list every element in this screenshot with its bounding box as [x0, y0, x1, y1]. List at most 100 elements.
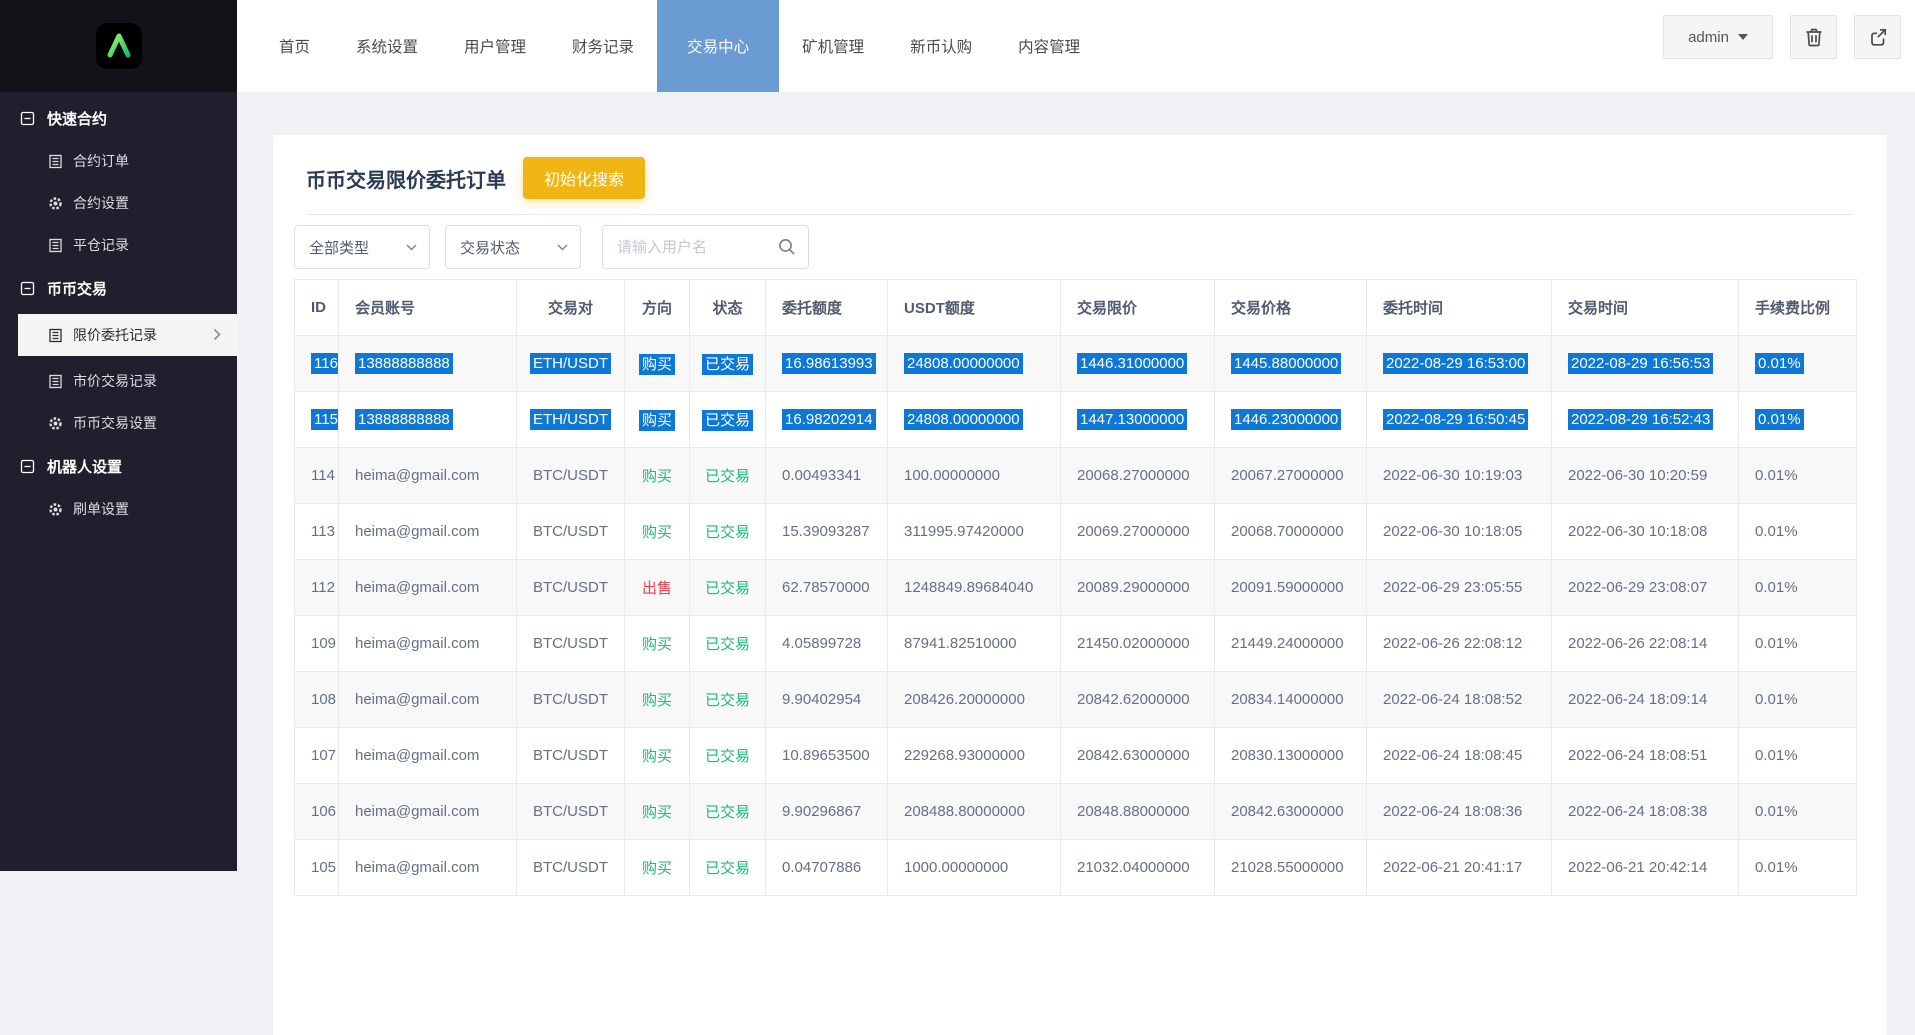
cell-direction: 购买 — [625, 448, 690, 504]
nav-tab-user-management[interactable]: 用户管理 — [441, 0, 549, 92]
cell-id: 112 — [295, 560, 339, 616]
sidebar-section-quick-contract[interactable]: 快速合约 — [0, 96, 237, 140]
cell-status: 已交易 — [690, 728, 766, 784]
sidebar-item-close-position-records[interactable]: 平仓记录 — [0, 224, 237, 266]
cell-usdt_amount: 24808.00000000 — [888, 392, 1061, 448]
cell-fee_rate: 0.01% — [1739, 728, 1857, 784]
cell-trade_time: 2022-06-26 22:08:14 — [1552, 616, 1739, 672]
cell-usdt_amount: 87941.82510000 — [888, 616, 1061, 672]
cell-amount: 16.98613993 — [766, 336, 888, 392]
sidebar-section-robot-settings[interactable]: 机器人设置 — [0, 444, 237, 488]
status-select-value: 交易状态 — [460, 237, 520, 258]
table-row[interactable]: 106heima@gmail.comBTC/USDT购买已交易9.9029686… — [295, 784, 1857, 840]
cell-account: heima@gmail.com — [339, 616, 517, 672]
cell-direction: 出售 — [625, 560, 690, 616]
table-row[interactable]: 113heima@gmail.comBTC/USDT购买已交易15.390932… — [295, 504, 1857, 560]
cell-usdt_amount: 229268.93000000 — [888, 728, 1061, 784]
sidebar-item-label: 市价交易记录 — [73, 371, 157, 391]
cell-order_time: 2022-06-24 18:08:45 — [1367, 728, 1552, 784]
cell-fee_rate: 0.01% — [1739, 672, 1857, 728]
cell-account: 13888888888 — [339, 392, 517, 448]
orders-table: ID会员账号交易对方向状态委托额度USDT额度交易限价交易价格委托时间交易时间手… — [294, 279, 1857, 896]
table-row[interactable]: 105heima@gmail.comBTC/USDT购买已交易0.0470788… — [295, 840, 1857, 896]
cell-trade_time: 2022-06-29 23:08:07 — [1552, 560, 1739, 616]
cell-amount: 0.00493341 — [766, 448, 888, 504]
sidebar-item-coin-trade-settings[interactable]: 币币交易设置 — [0, 402, 237, 444]
logout-icon — [1867, 26, 1889, 48]
table-row[interactable]: 109heima@gmail.comBTC/USDT购买已交易4.0589972… — [295, 616, 1857, 672]
column-header-usdt_amount: USDT额度 — [888, 280, 1061, 336]
sidebar-item-contract-settings[interactable]: 合约设置 — [0, 182, 237, 224]
username-search — [602, 225, 809, 269]
nav-tab-home[interactable]: 首页 — [256, 0, 333, 92]
nav-tab-new-coin-subscription[interactable]: 新币认购 — [887, 0, 995, 92]
cell-usdt_amount: 311995.97420000 — [888, 504, 1061, 560]
nav-tabs: 首页系统设置用户管理财务记录交易中心矿机管理新币认购内容管理 — [256, 0, 1103, 92]
app-logo[interactable] — [96, 23, 142, 69]
cell-direction: 购买 — [625, 840, 690, 896]
nav-tab-content-management[interactable]: 内容管理 — [995, 0, 1103, 92]
sidebar-item-contract-orders[interactable]: 合约订单 — [0, 140, 237, 182]
cell-order_time: 2022-06-24 18:08:36 — [1367, 784, 1552, 840]
cell-amount: 4.05899728 — [766, 616, 888, 672]
cell-order_time: 2022-06-24 18:08:52 — [1367, 672, 1552, 728]
cell-status: 已交易 — [690, 784, 766, 840]
cell-limit_price: 1447.13000000 — [1061, 392, 1215, 448]
search-icon[interactable] — [778, 238, 796, 256]
cell-pair: BTC/USDT — [517, 728, 625, 784]
cell-id: 113 — [295, 504, 339, 560]
cell-usdt_amount: 1000.00000000 — [888, 840, 1061, 896]
card-header: 币币交易限价委托订单 初始化搜索 — [306, 135, 1854, 215]
sidebar-section-coin-trade[interactable]: 币币交易 — [0, 266, 237, 310]
cell-usdt_amount: 24808.00000000 — [888, 336, 1061, 392]
logo-a-icon — [104, 31, 134, 61]
table-row[interactable]: 114heima@gmail.comBTC/USDT购买已交易0.0049334… — [295, 448, 1857, 504]
table-row[interactable]: 108heima@gmail.comBTC/USDT购买已交易9.9040295… — [295, 672, 1857, 728]
cell-usdt_amount: 1248849.89684040 — [888, 560, 1061, 616]
cell-account: heima@gmail.com — [339, 560, 517, 616]
type-select[interactable]: 全部类型 — [294, 225, 430, 269]
cell-direction: 购买 — [625, 336, 690, 392]
sidebar-nav: 快速合约合约订单合约设置平仓记录币币交易限价委托记录市价交易记录币币交易设置机器… — [0, 92, 237, 530]
table-row[interactable]: 11513888888888ETH/USDT购买已交易16.9820291424… — [295, 392, 1857, 448]
cell-limit_price: 1446.31000000 — [1061, 336, 1215, 392]
collapse-icon — [20, 459, 35, 474]
top-navbar: 首页系统设置用户管理财务记录交易中心矿机管理新币认购内容管理 admin — [237, 0, 1915, 92]
cell-account: heima@gmail.com — [339, 840, 517, 896]
sidebar-item-limit-order-records[interactable]: 限价委托记录 — [18, 314, 237, 356]
logout-button[interactable] — [1854, 15, 1901, 59]
cell-trade_time: 2022-08-29 16:52:43 — [1552, 392, 1739, 448]
cell-status: 已交易 — [690, 672, 766, 728]
status-select[interactable]: 交易状态 — [445, 225, 581, 269]
table-row[interactable]: 107heima@gmail.comBTC/USDT购买已交易10.896535… — [295, 728, 1857, 784]
column-header-order_time: 委托时间 — [1367, 280, 1552, 336]
sidebar-section-label: 机器人设置 — [47, 456, 122, 477]
cell-pair: ETH/USDT — [517, 336, 625, 392]
nav-tab-system-settings[interactable]: 系统设置 — [333, 0, 441, 92]
column-header-pair: 交易对 — [517, 280, 625, 336]
cell-status: 已交易 — [690, 616, 766, 672]
cell-trade_time: 2022-08-29 16:56:53 — [1552, 336, 1739, 392]
cell-trade_time: 2022-06-21 20:42:14 — [1552, 840, 1739, 896]
nav-tab-trade-center[interactable]: 交易中心 — [657, 0, 779, 92]
navbar-right: admin — [1663, 15, 1901, 59]
cell-id: 114 — [295, 448, 339, 504]
column-header-id: ID — [295, 280, 339, 336]
username-search-input[interactable] — [617, 239, 778, 256]
cell-order_time: 2022-06-21 20:41:17 — [1367, 840, 1552, 896]
init-search-button[interactable]: 初始化搜索 — [523, 157, 645, 199]
nav-tab-finance-records[interactable]: 财务记录 — [549, 0, 657, 92]
sidebar-item-brush-order-settings[interactable]: 刷单设置 — [0, 488, 237, 530]
admin-menu-button[interactable]: admin — [1663, 15, 1773, 59]
sidebar-item-label: 平仓记录 — [73, 235, 129, 255]
table-row[interactable]: 112heima@gmail.comBTC/USDT出售已交易62.785700… — [295, 560, 1857, 616]
orders-table-wrap: ID会员账号交易对方向状态委托额度USDT额度交易限价交易价格委托时间交易时间手… — [294, 279, 1887, 896]
clear-cache-button[interactable] — [1790, 15, 1837, 59]
collapse-icon — [20, 111, 35, 126]
sidebar-item-market-trade-records[interactable]: 市价交易记录 — [0, 360, 237, 402]
cell-trade_price: 20842.63000000 — [1215, 784, 1367, 840]
table-row[interactable]: 11613888888888ETH/USDT购买已交易16.9861399324… — [295, 336, 1857, 392]
cell-limit_price: 20069.27000000 — [1061, 504, 1215, 560]
nav-tab-miner-management[interactable]: 矿机管理 — [779, 0, 887, 92]
logo-area — [0, 0, 237, 92]
